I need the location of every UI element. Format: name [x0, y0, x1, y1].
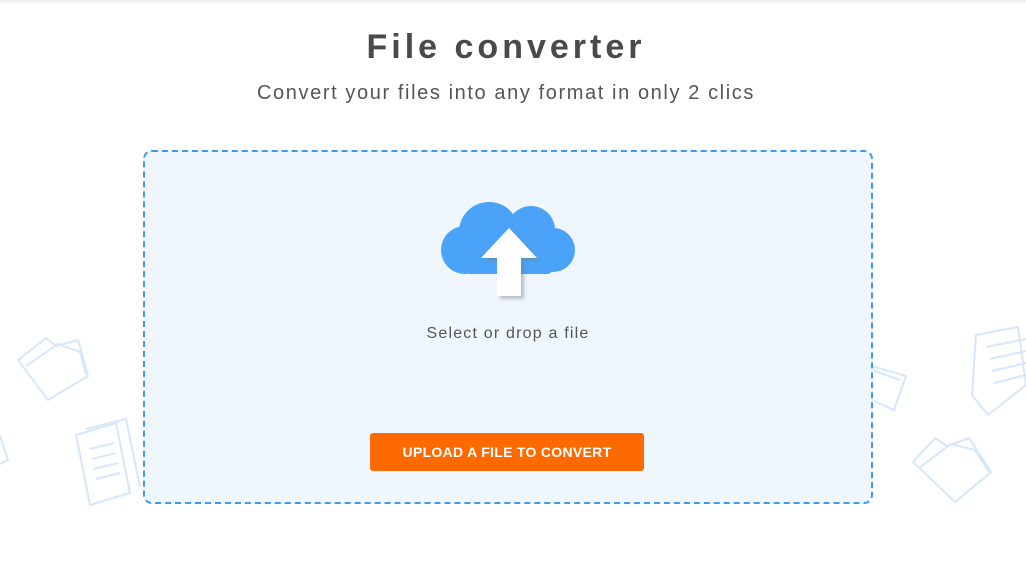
page: File converter Convert your files into a… [0, 0, 1026, 573]
dropzone-label: Select or drop a file [426, 325, 590, 342]
documents-icon [970, 325, 1026, 417]
cloud-upload-icon [441, 202, 575, 296]
folder-icon [911, 436, 993, 504]
folder-icon [871, 365, 908, 412]
file-dropzone[interactable]: Select or drop a file UPLOAD A FILE TO C… [143, 150, 873, 504]
upload-file-button[interactable]: UPLOAD A FILE TO CONVERT [370, 433, 644, 471]
top-divider [0, 0, 1026, 3]
page-title: File converter [366, 28, 646, 66]
folder-icon [16, 336, 90, 402]
page-subtitle: Convert your files into any format in on… [257, 82, 755, 104]
documents-icon [0, 435, 10, 465]
documents-icon [74, 417, 141, 507]
